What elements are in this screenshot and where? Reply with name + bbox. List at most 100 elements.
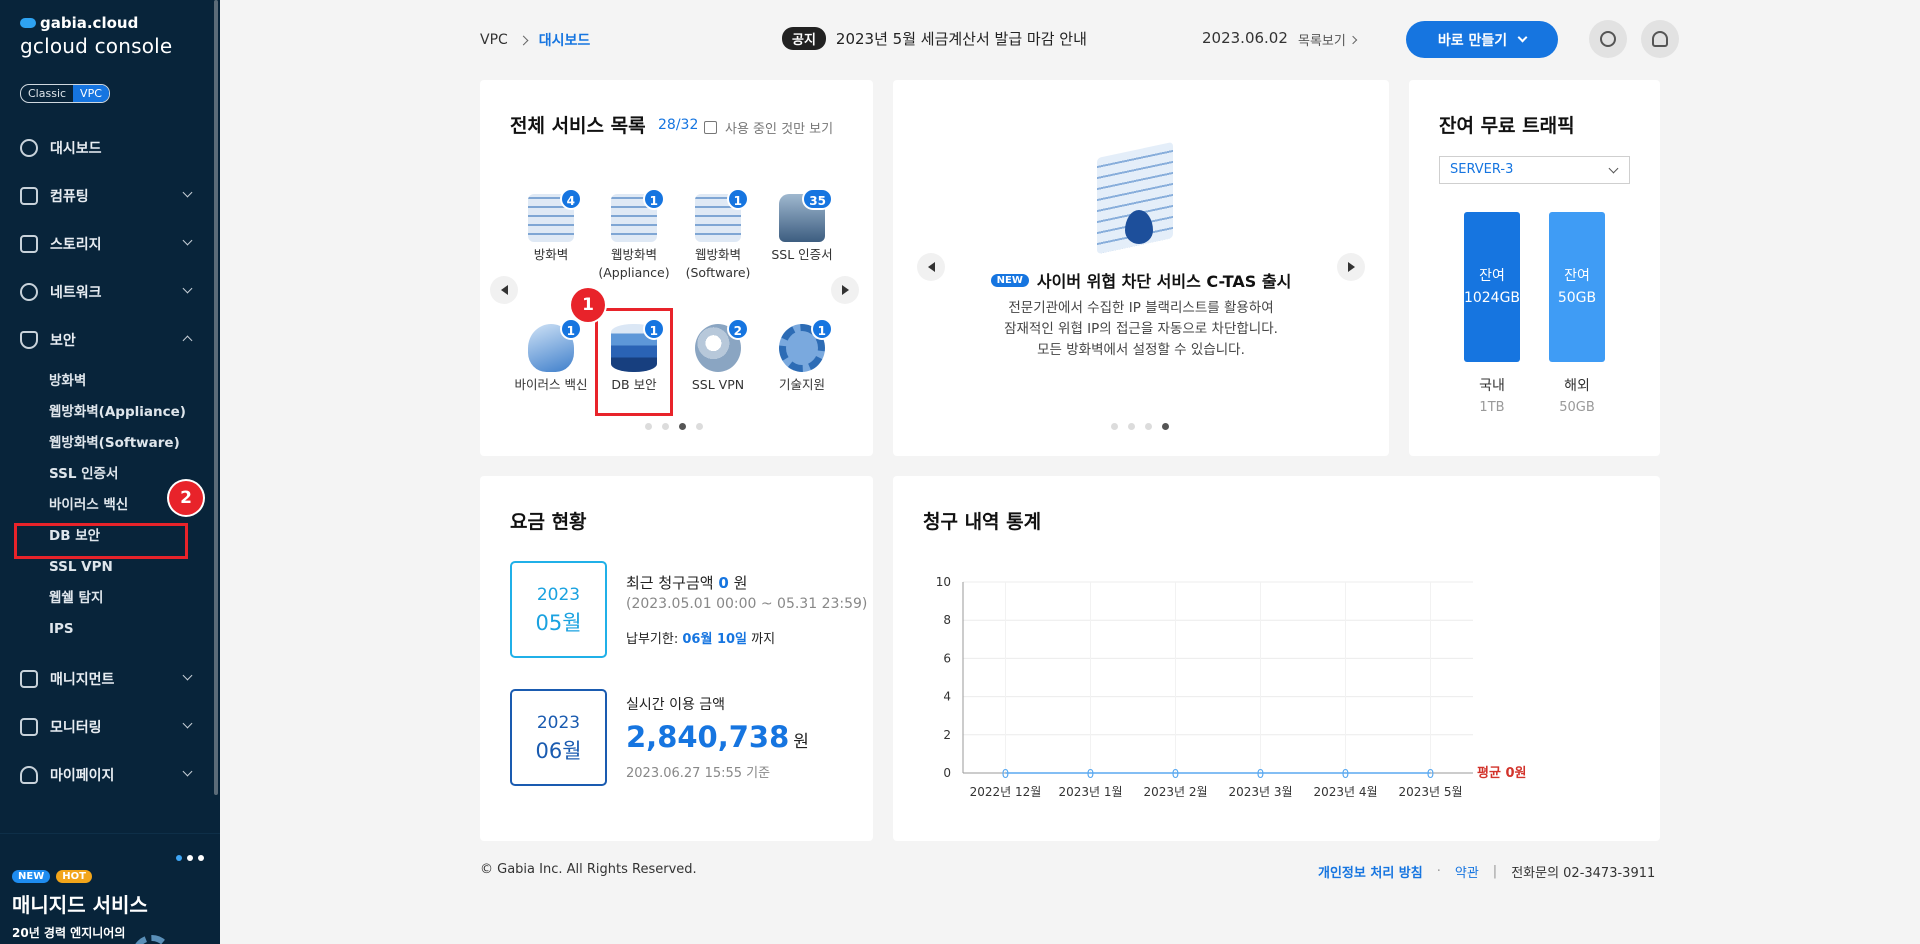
due-label: 납부기한: [626,632,679,647]
service-antivirus[interactable]: 1 바이러스 백신 [508,318,594,394]
gauge-icon [20,139,38,157]
service-list-card: 전체 서비스 목록 28/32 사용 중인 것만 보기 4 방화벽 1 웹방화벽… [480,80,873,456]
service-label: 웹방화벽 (Appliance) [598,247,670,280]
promo-pager[interactable] [176,855,204,861]
service-badge: 1 [810,318,833,340]
service-list-title: 전체 서비스 목록 [510,115,646,137]
in-use-filter[interactable]: 사용 중인 것만 보기 [704,118,833,137]
promo-banner[interactable]: NEW HOT 매니지드 서비스 20년 경력 엔지니어의 [0,833,220,944]
services-pager[interactable] [645,423,703,430]
sidebar-item-network[interactable]: 네트워크 [0,268,215,316]
service-ssl-vpn[interactable]: 2 SSL VPN [675,318,761,394]
brand-logo[interactable]: gabia.cloud gcloud console [20,14,172,58]
top-bar: VPC 대시보드 공지 2023년 5월 세금계산서 발급 마감 안내 2023… [480,0,1679,78]
y-tick-label: 6 [943,651,951,665]
data-label: 0 [1257,767,1265,781]
pager-dot[interactable] [645,423,652,430]
sidebar-item-storage[interactable]: 스토리지 [0,220,215,268]
services-next-button[interactable] [831,276,859,304]
recent-year: 2023 [536,585,581,605]
service-tech-support[interactable]: 1 기술지원 [759,318,845,394]
breadcrumb-root[interactable]: VPC [480,32,508,48]
pager-dot[interactable] [1111,423,1118,430]
in-use-filter-label: 사용 중인 것만 보기 [725,122,834,137]
step-1-marker: 1 [571,288,605,322]
cloud-logo-icon [20,18,36,28]
currency-unit: 원 [733,574,748,592]
service-label: 웹방화벽 (Software) [685,247,751,280]
traffic-region-label: 국내 [1479,378,1505,394]
chevron-right-icon [518,35,529,45]
service-waf-appliance[interactable]: 1 웹방화벽 (Appliance) [591,188,677,282]
sidebar-item-security[interactable]: 보안 [0,316,215,364]
subnav-waf-appliance[interactable]: 웹방화벽(Appliance) [0,397,215,428]
sidebar-item-dashboard[interactable]: 대시보드 [0,124,215,172]
notice[interactable]: 공지 2023년 5월 세금계산서 발급 마감 안내 [782,27,1087,50]
due-date-line: 납부기한: 06월 10일 까지 [626,628,775,647]
data-label: 0 [1427,767,1435,781]
service-ssl-cert[interactable]: 35 SSL 인증서 [759,188,845,264]
chip-icon [20,187,38,205]
sidebar-item-mypage[interactable]: 마이페이지 [0,751,215,799]
chevron-down-icon [1608,163,1619,174]
mode-vpc[interactable]: VPC [73,85,109,102]
server-select-value: SERVER-3 [1450,162,1514,177]
sidebar-item-management[interactable]: 매니지먼트 [0,655,215,703]
sidebar-item-label: 대시보드 [50,141,102,157]
banner-title: NEW 사이버 위협 차단 서비스 C-TAS 출시 [893,268,1389,292]
announcement-banner[interactable]: NEW 사이버 위협 차단 서비스 C-TAS 출시 전문기관에서 수집한 IP… [893,80,1389,456]
subnav-ips[interactable]: IPS [0,614,215,645]
privacy-link[interactable]: 개인정보 처리 방침 [1318,862,1423,881]
subnav-firewall[interactable]: 방화벽 [0,366,215,397]
sidebar-item-computing[interactable]: 컴퓨팅 [0,172,215,220]
subnav-ssl-vpn[interactable]: SSL VPN [0,552,215,583]
gear-icon [132,935,172,944]
banner-description: 전문기관에서 수집한 IP 블랙리스트를 활용하여 잠재적인 위협 IP의 접근… [893,298,1389,361]
subnav-webshell[interactable]: 웹쉘 탐지 [0,583,215,614]
banner-pager[interactable] [1111,423,1169,430]
pager-dot[interactable] [1145,423,1152,430]
service-firewall[interactable]: 4 방화벽 [508,188,594,264]
notice-list-link[interactable]: 목록보기 [1298,30,1358,49]
x-tick-label: 2023년 3월 [1228,785,1292,799]
brand-small: gabia.cloud [40,14,139,32]
banner-title-text: 사이버 위협 차단 서비스 C-TAS 출시 [1036,272,1292,291]
quick-create-button[interactable]: 바로 만들기 [1406,21,1558,58]
notice-text[interactable]: 2023년 5월 세금계산서 발급 마감 안내 [836,28,1087,49]
service-waf-software[interactable]: 1 웹방화벽 (Software) [675,188,761,282]
traffic-bar-value: 50GB [1557,290,1597,306]
chat-icon [1600,31,1616,47]
db-security-highlight [595,308,673,416]
breadcrumb-current: 대시보드 [538,33,591,49]
terms-link[interactable]: 약관 [1455,862,1479,881]
footer-links: 개인정보 처리 방침 · 약관 | 전화문의 02-3473-3911 [1318,862,1655,881]
in-use-checkbox[interactable] [704,121,717,134]
service-badge: 1 [642,188,665,210]
notice-date: 2023.06.02 [1202,29,1288,47]
subnav-db-security[interactable]: DB 보안 [0,521,215,559]
pager-dot[interactable] [662,423,669,430]
pager-dot-active[interactable] [1162,423,1169,430]
monitor-icon [20,718,38,736]
server-select[interactable]: SERVER-3 [1439,156,1630,184]
traffic-region-label: 해외 [1564,378,1590,394]
pager-dot[interactable] [696,423,703,430]
sidebar-scrollbar[interactable] [214,0,218,795]
service-label: 바이러스 백신 [514,377,588,392]
pager-dot[interactable] [1128,423,1135,430]
services-prev-button[interactable] [490,276,518,304]
sidebar-item-monitoring[interactable]: 모니터링 [0,703,215,751]
sidebar-item-label: 보안 [50,333,76,349]
account-button[interactable] [1641,20,1679,58]
y-tick-label: 0 [943,766,951,780]
pager-dot-active[interactable] [679,423,686,430]
average-label: 평균 0원 [1477,765,1526,781]
mode-classic[interactable]: Classic [21,85,73,102]
x-tick-label: 2023년 5월 [1398,785,1462,799]
sidebar-item-label: 스토리지 [50,237,102,253]
traffic-bar: 잔여 1024GB [1464,212,1520,362]
chat-button[interactable] [1589,20,1627,58]
subnav-waf-software[interactable]: 웹방화벽(Software) [0,428,215,459]
mode-toggle[interactable]: Classic VPC [20,84,110,103]
footer-dot: · [1436,864,1441,879]
